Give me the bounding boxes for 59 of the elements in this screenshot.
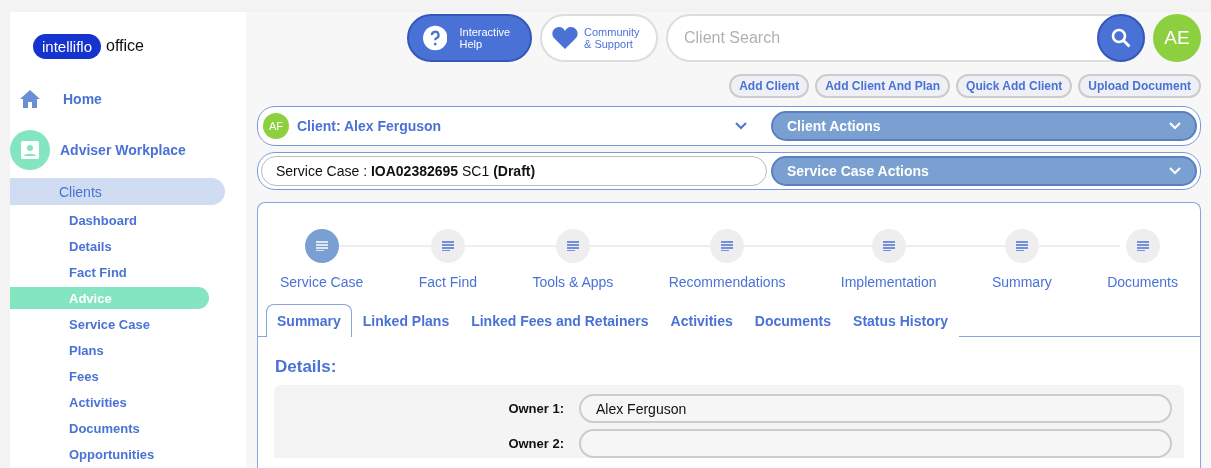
help-button[interactable]: Interactive Help (407, 14, 532, 62)
step-marker[interactable] (1004, 229, 1039, 263)
step-label[interactable]: Recommendations (668, 274, 786, 290)
action-button[interactable]: Upload Document (1078, 74, 1201, 98)
document-icon (441, 241, 454, 251)
step-marker[interactable] (871, 229, 906, 263)
document-icon (1136, 241, 1149, 251)
step-label[interactable]: Service Case (280, 274, 364, 290)
step-marker[interactable] (304, 229, 339, 263)
step-label[interactable]: Documents (1107, 274, 1178, 290)
heart-icon (552, 27, 578, 49)
section-title: Details: (275, 357, 338, 377)
question-icon (423, 25, 448, 51)
nav-subitem[interactable]: Dashboard (10, 209, 209, 231)
document-icon (721, 241, 734, 251)
logo-product: office (106, 37, 144, 55)
chevron-down-icon (1169, 122, 1181, 130)
step-label[interactable]: Tools & Apps (532, 274, 614, 290)
nav-subitem[interactable]: Documents (10, 417, 209, 439)
nav-item[interactable]: Clients (10, 178, 225, 205)
chevron-down-icon (735, 122, 747, 130)
nav-subitem[interactable]: Activities (10, 391, 209, 413)
document-icon (315, 241, 328, 251)
nav-subitem[interactable]: Service Case (10, 313, 209, 335)
document-icon (566, 241, 579, 251)
client-name[interactable]: Client: Alex Ferguson (297, 118, 442, 134)
search-button[interactable] (1097, 14, 1145, 62)
input-field[interactable] (579, 429, 1172, 458)
step-marker[interactable] (710, 229, 745, 263)
community-button[interactable]: Community & Support (540, 14, 658, 62)
service-case-actions-dropdown[interactable]: Service Case Actions (771, 156, 1197, 186)
tab[interactable]: Summary (266, 304, 352, 337)
chevron-down-icon (1169, 167, 1181, 175)
client-actions-dropdown[interactable]: Client Actions (771, 111, 1197, 141)
action-button[interactable]: Add Client And Plan (815, 74, 951, 98)
nav-item[interactable]: Home (63, 91, 102, 107)
step-marker[interactable] (1125, 229, 1160, 263)
nav-subitem[interactable]: Opportunities (10, 443, 209, 465)
home-icon (20, 90, 40, 108)
step-label[interactable]: Summary (991, 274, 1052, 290)
nav-subitem[interactable]: Plans (10, 339, 209, 361)
step-marker[interactable] (430, 229, 465, 263)
search-icon (1111, 28, 1131, 48)
field-label: Owner 2: (507, 436, 564, 451)
input-field[interactable]: Alex Ferguson (579, 394, 1172, 423)
logo-brand: intelliflo (33, 33, 102, 59)
nav-subitem[interactable]: Details (10, 235, 209, 257)
action-button[interactable]: Quick Add Client (956, 74, 1073, 98)
action-button[interactable]: Add Client (729, 74, 810, 98)
client-avatar: AF (263, 113, 289, 139)
field-label: Owner 1: (507, 401, 564, 416)
document-icon (882, 241, 895, 251)
nav-section[interactable]: Adviser Workplace (60, 142, 186, 158)
step-marker[interactable] (555, 229, 590, 263)
document-icon (1015, 241, 1028, 251)
nav-subitem[interactable]: Fees (10, 365, 209, 387)
nav-subitem[interactable]: Fact Find (10, 261, 209, 283)
step-label[interactable]: Implementation (840, 274, 937, 290)
step-label[interactable]: Fact Find (418, 274, 477, 290)
